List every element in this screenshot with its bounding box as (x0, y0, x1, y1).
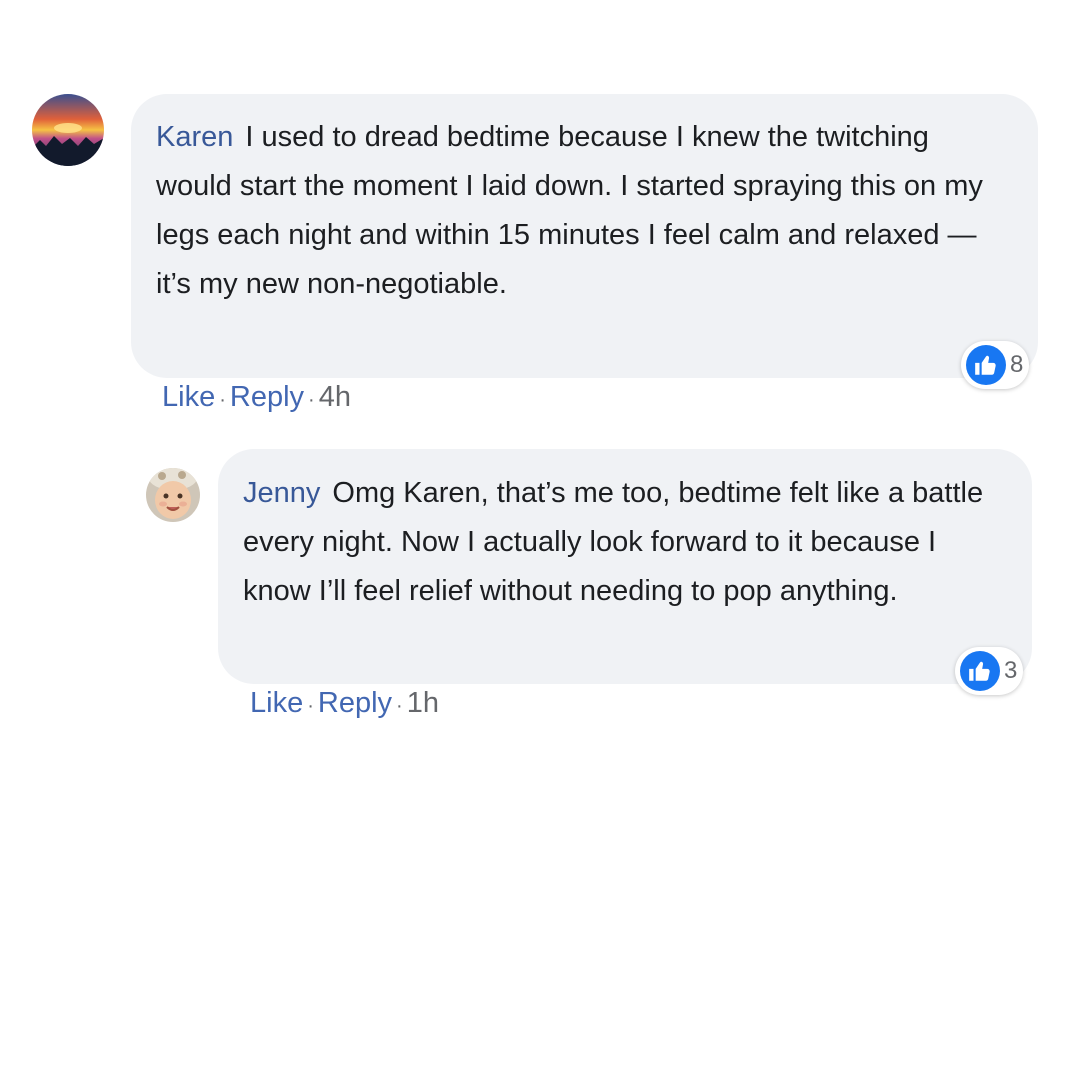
like-link[interactable]: Like (162, 381, 215, 413)
reaction-count: 8 (1010, 351, 1024, 378)
reaction-summary[interactable]: 8 (961, 341, 1030, 389)
comment-author[interactable]: Jenny (243, 477, 320, 509)
separator: · (396, 695, 403, 717)
avatar-karen[interactable] (32, 94, 104, 166)
like-icon (966, 345, 1006, 385)
separator: · (308, 389, 315, 411)
comment-text: I used to dread bedtime because I knew t… (156, 121, 983, 300)
avatar-jenny[interactable] (146, 468, 200, 522)
comment-actions: Like · Reply · 4h (162, 381, 351, 414)
comment-text: Omg Karen, that’s me too, bedtime felt l… (243, 477, 984, 607)
comment-bubble: Karen I used to dread bedtime because I k… (131, 94, 1038, 378)
comment-actions: Like · Reply · 1h (250, 687, 439, 720)
reaction-count: 3 (1004, 657, 1018, 684)
separator: · (307, 695, 314, 717)
sunset-avatar-image (32, 94, 104, 166)
separator: · (219, 389, 226, 411)
baby-avatar-image (146, 468, 200, 522)
reaction-summary[interactable]: 3 (955, 647, 1024, 695)
timestamp[interactable]: 4h (319, 381, 351, 413)
reply-link[interactable]: Reply (318, 687, 392, 719)
comment-author[interactable]: Karen (156, 121, 233, 153)
like-link[interactable]: Like (250, 687, 303, 719)
like-icon (960, 651, 1000, 691)
timestamp[interactable]: 1h (407, 687, 439, 719)
reply-link[interactable]: Reply (230, 381, 304, 413)
comment-bubble: Jenny Omg Karen, that’s me too, bedtime f… (218, 449, 1032, 684)
